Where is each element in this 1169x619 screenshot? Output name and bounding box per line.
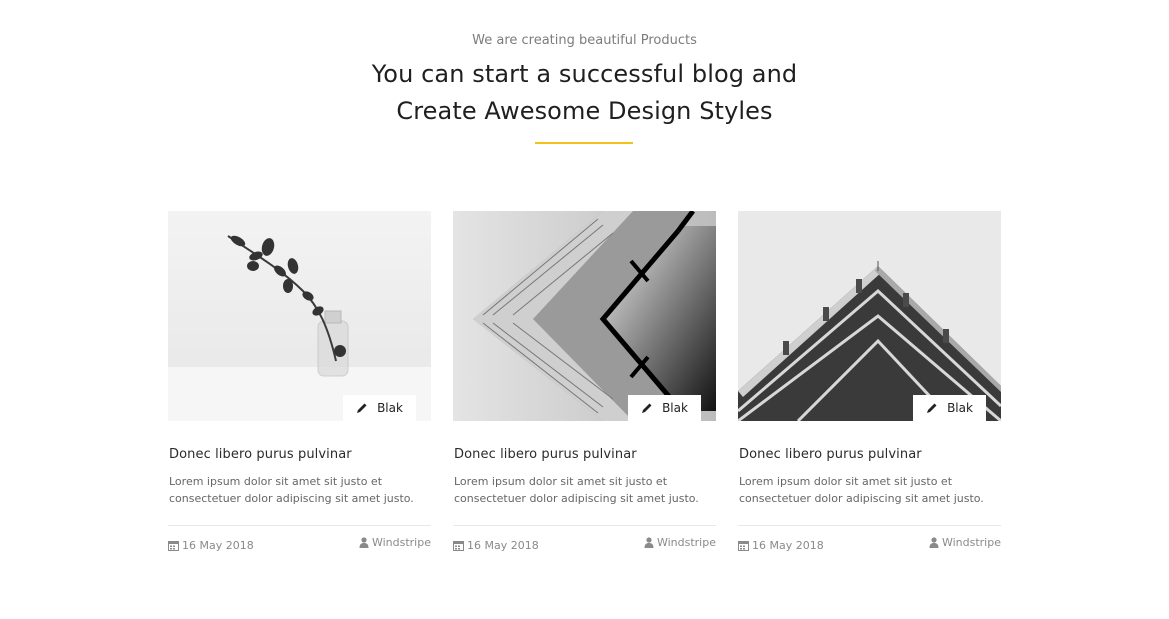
post-excerpt: Lorem ipsum dolor sit amet sit justo et …	[169, 475, 414, 505]
post-image-building[interactable]: Blak	[453, 211, 716, 421]
post-excerpt: Lorem ipsum dolor sit amet sit justo et …	[454, 475, 699, 505]
pencil-icon	[357, 403, 367, 413]
blog-card: Blak Donec libero purus pulvinar Lorem i…	[453, 211, 716, 552]
calendar-icon	[738, 541, 749, 551]
post-author[interactable]: Windstripe	[359, 536, 431, 549]
pencil-icon	[927, 403, 937, 413]
title-underline	[535, 142, 633, 144]
post-title[interactable]: Donec libero purus pulvinar	[739, 447, 922, 462]
section-subtitle: We are creating beautiful Products	[472, 33, 697, 48]
category-tag[interactable]: Blak	[913, 395, 986, 421]
post-date-text: 16 May 2018	[752, 539, 824, 552]
post-author-name: Windstripe	[941, 536, 1001, 549]
post-image-plant[interactable]: Blak	[168, 211, 431, 421]
post-date-text: 16 May 2018	[182, 539, 254, 552]
plant-image	[168, 211, 431, 421]
divider	[453, 525, 716, 526]
divider	[738, 525, 1001, 526]
post-date: 16 May 2018	[168, 539, 254, 552]
post-author[interactable]: Windstripe	[929, 536, 1001, 549]
user-icon	[644, 537, 654, 548]
category-tag[interactable]: Blak	[628, 395, 701, 421]
section-title-line-2: Create Awesome Design Styles	[396, 97, 773, 125]
post-date-text: 16 May 2018	[467, 539, 539, 552]
divider	[168, 525, 431, 526]
post-author-name: Windstripe	[656, 536, 716, 549]
post-date: 16 May 2018	[453, 539, 539, 552]
calendar-icon	[168, 541, 179, 551]
calendar-icon	[453, 541, 464, 551]
post-excerpt: Lorem ipsum dolor sit amet sit justo et …	[739, 475, 984, 505]
post-author[interactable]: Windstripe	[644, 536, 716, 549]
tag-label: Blak	[377, 401, 403, 415]
post-title[interactable]: Donec libero purus pulvinar	[169, 447, 352, 462]
pencil-icon	[642, 403, 652, 413]
post-title[interactable]: Donec libero purus pulvinar	[454, 447, 637, 462]
blog-card: Blak Donec libero purus pulvinar Lorem i…	[168, 211, 431, 552]
post-author-name: Windstripe	[371, 536, 431, 549]
user-icon	[929, 537, 939, 548]
building-image	[453, 211, 716, 421]
tag-label: Blak	[662, 401, 688, 415]
section-title-line-1: You can start a successful blog and	[371, 60, 798, 88]
category-tag[interactable]: Blak	[343, 395, 416, 421]
post-image-corner[interactable]: Blak	[738, 211, 1001, 421]
post-date: 16 May 2018	[738, 539, 824, 552]
building-corner-image	[738, 211, 1001, 421]
blog-section: We are creating beautiful Products You c…	[0, 0, 1169, 619]
tag-label: Blak	[947, 401, 973, 415]
blog-card: Blak Donec libero purus pulvinar Lorem i…	[738, 211, 1001, 552]
user-icon	[359, 537, 369, 548]
